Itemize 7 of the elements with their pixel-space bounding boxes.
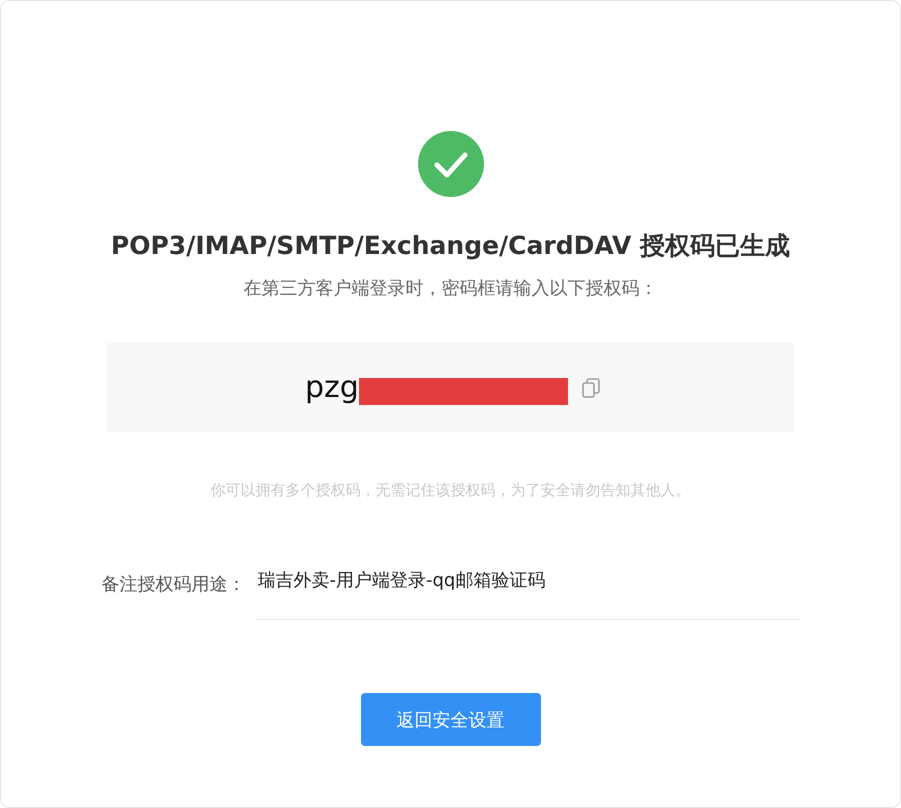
remark-field[interactable]: 瑞吉外卖-用户端登录-qq邮箱验证码 bbox=[256, 563, 800, 620]
subtitle: 在第三方客户端登录时，密码框请输入以下授权码： bbox=[244, 277, 658, 301]
copy-icon[interactable] bbox=[582, 378, 600, 398]
page-title: POP3/IMAP/SMTP/Exchange/CardDAV 授权码已生成 bbox=[110, 230, 790, 262]
auth-code: pzg bbox=[305, 368, 359, 406]
success-check-icon bbox=[418, 131, 484, 197]
remark-label: 备注授权码用途： bbox=[102, 573, 246, 597]
